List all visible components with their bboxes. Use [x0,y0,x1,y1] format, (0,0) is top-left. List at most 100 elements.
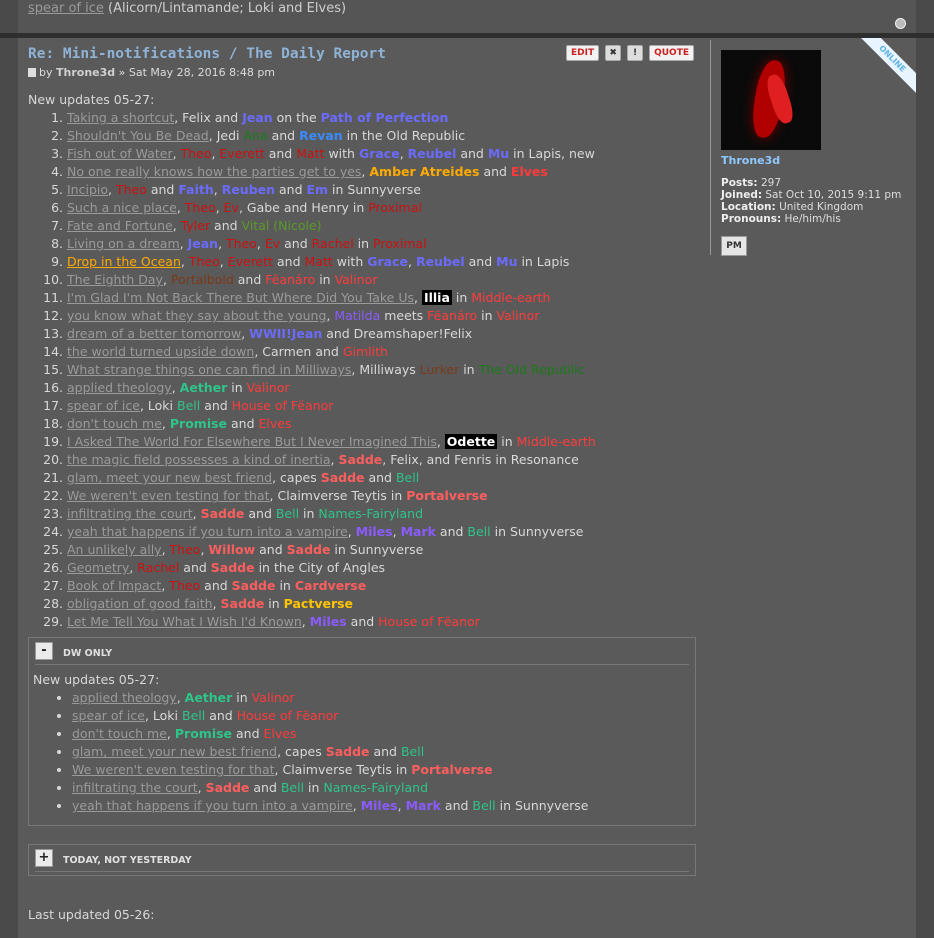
thread-link[interactable]: Let Me Tell You What I Wish I'd Known [67,614,302,629]
list-item: obligation of good faith, Sadde in Pactv… [67,595,696,613]
thread-link[interactable]: Incipio [67,182,108,197]
list-item: dream of a better tomorrow, WWII!Jean an… [67,325,696,343]
thread-link[interactable]: Drop in the Ocean [67,254,181,269]
previous-post-footer: spear of ice (Alicorn/Lintamande; Loki a… [18,0,916,33]
list-item: Geometry, Rachel and Sadde in the City o… [67,559,696,577]
thread-link[interactable]: the magic field possesses a kind of iner… [67,452,330,467]
list-item: Shouldn't You Be Dead, Jedi Ana and Reva… [67,127,696,145]
thread-link[interactable]: What strange things one can find in Mill… [67,362,351,377]
post-author-line: by Throne3d » Sat May 28, 2016 8:48 pm [28,66,696,79]
list-item: infiltrating the court, Sadde and Bell i… [72,779,691,797]
thread-link[interactable]: Fish out of Water [67,146,173,161]
list-item: Fate and Fortune, Tyler and Vital (Nicol… [67,217,696,235]
thread-link[interactable]: The Eighth Day [67,272,163,287]
author-name[interactable]: Throne3d [56,66,115,79]
thread-link[interactable]: spear of ice [72,708,145,723]
thread-link[interactable]: Living on a dream [67,236,180,251]
list-item: the magic field possesses a kind of iner… [67,451,696,469]
delete-button[interactable]: ✖ [605,44,622,61]
quote-button[interactable]: QUOTE [649,44,694,61]
thread-link[interactable]: No one really knows how the parties get … [67,164,361,179]
thread-link[interactable]: We weren't even testing for that [67,488,270,503]
spoiler-header: + TODAY, NOT YESTERDAY [35,845,689,872]
thread-link[interactable]: obligation of good faith [67,596,213,611]
thread-link[interactable]: glam, meet your new best friend [67,470,272,485]
list-item: I'm Glad I'm Not Back There But Where Di… [67,289,696,307]
thread-link[interactable]: yeah that happens if you turn into a vam… [67,524,348,539]
thread-link[interactable]: infiltrating the court [72,780,198,795]
list-item: The Eighth Day, Portalbold and Fëanáro i… [67,271,696,289]
list-item: don't touch me, Promise and Elves [67,415,696,433]
thread-link[interactable]: Fate and Fortune [67,218,173,233]
post-icon[interactable] [28,68,36,77]
list-item: Book of Impact, Theo and Sadde in Cardve… [67,577,696,595]
spoiler-dw-only: - DW ONLY New updates 05-27: applied the… [28,637,696,826]
last-updated-text: Last updated 05-26: [28,907,155,922]
posts-count: 297 [760,177,782,189]
list-item: An unlikely ally, Theo, Willow and Sadde… [67,541,696,559]
previous-post-last-line: spear of ice (Alicorn/Lintamande; Loki a… [28,1,346,16]
thread-link[interactable]: yeah that happens if you turn into a vam… [72,798,353,813]
prev-link[interactable]: spear of ice [28,1,104,16]
thread-link[interactable]: dream of a better tomorrow [67,326,241,341]
list-item: the world turned upside down, Carmen and… [67,343,696,361]
thread-link[interactable]: Book of Impact [67,578,161,593]
list-item: spear of ice, Loki Bell and House of Fëa… [72,707,691,725]
thread-link[interactable]: glam, meet your new best friend [72,744,277,759]
avatar[interactable] [721,50,821,150]
post: Re: Mini-notifications / The Daily Repor… [18,38,916,938]
thread-link[interactable]: the world turned upside down [67,344,254,359]
joined-date: Sat Oct 10, 2015 9:11 pm [765,189,902,201]
thread-link[interactable]: Taking a shortcut [67,110,174,125]
list-item: glam, meet your new best friend, capes S… [72,743,691,761]
thread-link[interactable]: We weren't even testing for that [72,762,275,777]
thread-link[interactable]: An unlikely ally [67,542,162,557]
thread-link[interactable]: I'm Glad I'm Not Back There But Where Di… [67,290,414,305]
thread-link[interactable]: applied theology [72,690,177,705]
thread-link[interactable]: applied theology [67,380,172,395]
location-value: United Kingdom [779,201,864,213]
list-item: yeah that happens if you turn into a vam… [72,797,691,815]
list-item: Living on a dream, Jean, Theo, Ev and Ra… [67,235,696,253]
thread-link[interactable]: don't touch me [67,416,162,431]
joined-label: Joined: [721,189,763,201]
thread-link[interactable]: infiltrating the court [67,506,193,521]
thread-link[interactable]: Shouldn't You Be Dead [67,128,209,143]
post-actions: EDIT ✖! QUOTE [560,44,694,62]
thread-link[interactable]: don't touch me [72,726,167,741]
spoiler-toggle-button[interactable]: + [35,849,53,867]
pm-button[interactable]: PM [721,236,747,256]
thread-link[interactable]: Geometry [67,560,129,575]
spoiler-intro: New updates 05-27: [33,672,160,687]
list-item: applied theology, Aether in Valinor [67,379,696,397]
thread-link[interactable]: I Asked The World For Elsewhere But I Ne… [67,434,437,449]
list-item: No one really knows how the parties get … [67,163,696,181]
list-item: glam, meet your new best friend, capes S… [67,469,696,487]
list-item: We weren't even testing for that, Claimv… [72,761,691,779]
spoiler-header: - DW ONLY [35,638,689,665]
updates-list: Taking a shortcut, Felix and Jean on the… [28,109,696,631]
author-prefix: by [39,66,53,79]
list-item: We weren't even testing for that, Claimv… [67,487,696,505]
thread-link[interactable]: spear of ice [67,398,140,413]
list-item: Drop in the Ocean, Theo, Everett and Mat… [67,253,696,271]
thread-link[interactable]: you know what they say about the young [67,308,326,323]
spoiler-label: DW ONLY [63,648,113,659]
pronouns-value: He/him/his [784,213,841,225]
post-body: Re: Mini-notifications / The Daily Repor… [28,44,696,924]
edit-button[interactable]: EDIT [565,44,600,61]
list-item: Taking a shortcut, Felix and Jean on the… [67,109,696,127]
thread-link[interactable]: Such a nice place [67,200,177,215]
prev-text: (Alicorn/Lintamande; Loki and Elves) [108,1,347,16]
spoiler-toggle-button[interactable]: - [35,642,53,660]
updates-intro: New updates 05-27: [28,92,155,107]
post-date: » Sat May 28, 2016 8:48 pm [118,66,276,79]
post-content: New updates 05-27: Taking a shortcut, Fe… [28,91,696,924]
online-label: ONLINE [856,38,916,98]
list-item: don't touch me, Promise and Elves [72,725,691,743]
back-to-top-icon[interactable] [895,18,906,29]
report-button[interactable]: ! [627,44,644,61]
list-item: Incipio, Theo and Faith, Reuben and Em i… [67,181,696,199]
profile-username[interactable]: Throne3d [721,154,780,167]
pronouns-label: Pronouns: [721,213,782,225]
